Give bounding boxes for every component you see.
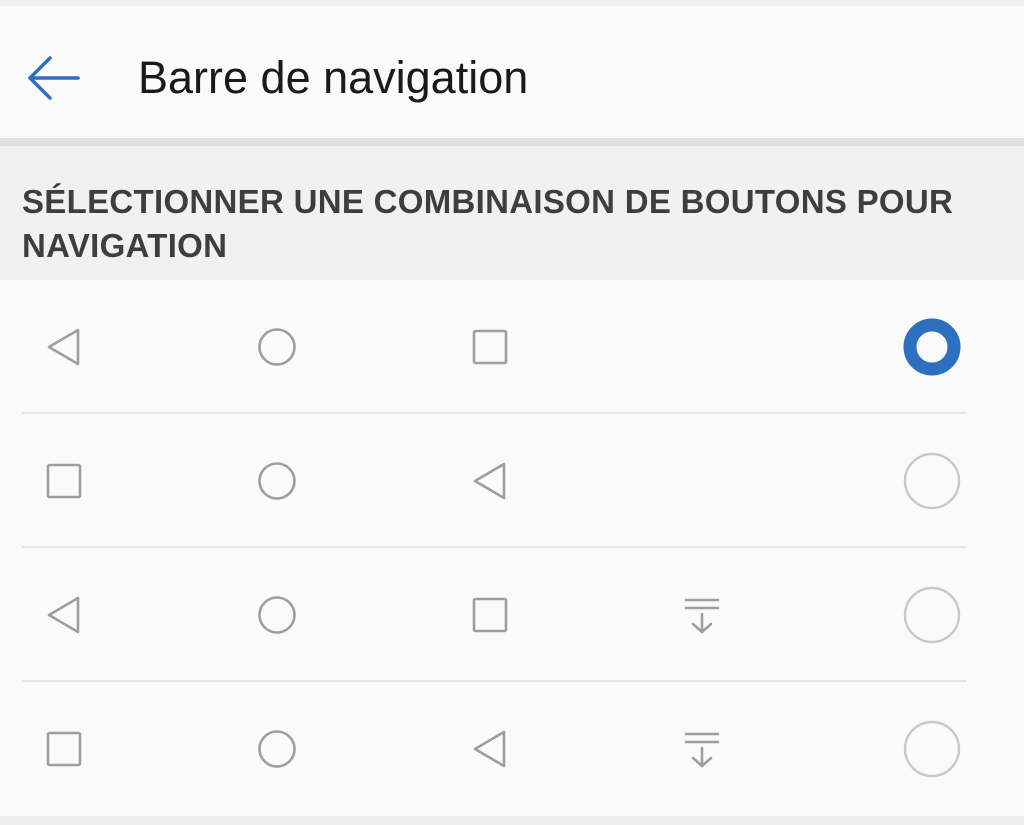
radio-unselected[interactable] [903,586,961,644]
app-bar: Barre de navigation [0,6,1024,138]
option-row-2[interactable] [0,414,1024,548]
navigation-bar-settings-screen: Barre de navigation SÉLECTIONNER UNE COM… [0,0,1024,825]
home-circle-icon [257,327,297,367]
arrow-left-icon [26,54,82,102]
recents-square-icon [44,729,84,769]
radio-unselected[interactable] [903,720,961,778]
option-row-3[interactable] [0,548,1024,682]
home-circle-icon [257,729,297,769]
notification-pull-down-icon [682,729,722,769]
home-circle-icon [257,461,297,501]
section-header: SÉLECTIONNER UNE COMBINAISON DE BOUTONS … [0,146,1024,280]
button-combination-list [0,280,1024,816]
back-button[interactable] [20,44,88,112]
back-triangle-icon [470,461,510,501]
back-triangle-icon [44,595,84,635]
option-row-4[interactable] [0,682,1024,816]
section-title: SÉLECTIONNER UNE COMBINAISON DE BOUTONS … [22,183,954,264]
recents-square-icon [470,595,510,635]
home-circle-icon [257,595,297,635]
radio-unselected[interactable] [903,452,961,510]
radio-selected[interactable] [903,318,961,376]
notification-pull-down-icon [682,595,722,635]
page-title: Barre de navigation [138,52,529,103]
back-triangle-icon [470,729,510,769]
back-triangle-icon [44,327,84,367]
app-bar-divider [0,138,1024,146]
option-row-1[interactable] [0,280,1024,414]
recents-square-icon [470,327,510,367]
bottom-edge [0,816,1024,825]
recents-square-icon [44,461,84,501]
